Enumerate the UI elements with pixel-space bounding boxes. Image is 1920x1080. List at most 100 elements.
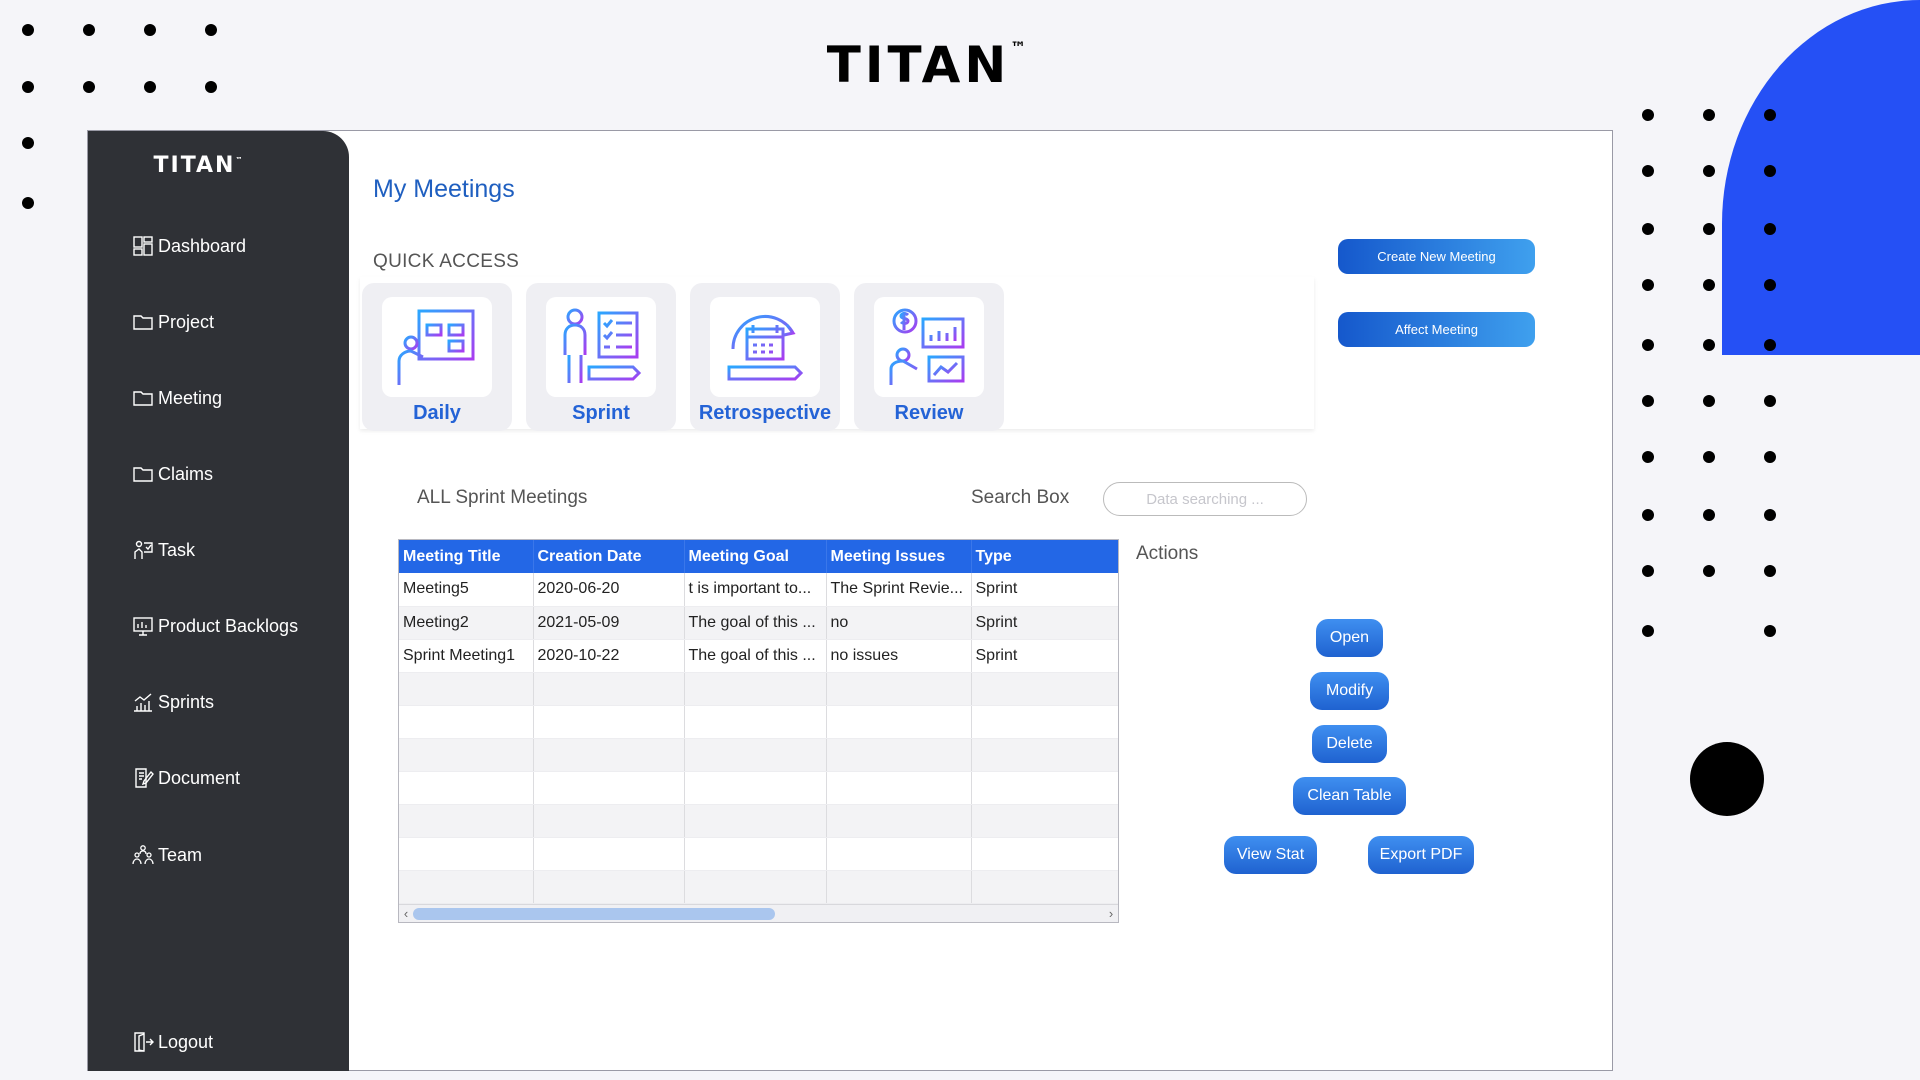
column-header[interactable]: Type — [971, 540, 1118, 573]
table-header-row: Meeting Title Creation Date Meeting Goal… — [399, 540, 1118, 573]
sprints-chart-icon — [134, 693, 152, 712]
table-row-empty — [399, 771, 1118, 805]
decorative-dot — [1703, 165, 1715, 177]
open-button[interactable]: Open — [1316, 619, 1383, 657]
create-new-meeting-button[interactable]: Create New Meeting — [1338, 239, 1535, 274]
table-row[interactable]: Meeting2 2021-05-09 The goal of this ...… — [399, 606, 1118, 640]
column-header[interactable]: Meeting Title — [399, 540, 534, 573]
sidebar-item-meeting[interactable]: Meeting — [132, 383, 222, 413]
app-window: TITAN™ Dashboard Project Meeting Claims … — [87, 130, 1613, 1071]
affect-meeting-button[interactable]: Affect Meeting — [1338, 312, 1535, 347]
meetings-table[interactable]: Meeting Title Creation Date Meeting Goal… — [398, 539, 1119, 923]
logout-icon — [134, 1032, 154, 1052]
table-row-empty — [399, 738, 1118, 772]
task-icon — [134, 540, 153, 559]
search-input[interactable] — [1103, 482, 1307, 516]
sidebar-item-label: Document — [158, 767, 241, 788]
decorative-dot — [1642, 509, 1654, 521]
decorative-dot — [83, 24, 95, 36]
team-icon — [132, 845, 154, 865]
table-cell: The goal of this ... — [684, 606, 827, 640]
quick-access-retrospective[interactable]: Retrospective — [690, 283, 840, 431]
column-header[interactable]: Creation Date — [533, 540, 685, 573]
decorative-dot — [1703, 339, 1715, 351]
sidebar-item-label: Meeting — [158, 387, 223, 408]
quick-access-daily[interactable]: Daily — [362, 283, 512, 431]
table-row-empty — [399, 672, 1118, 706]
dashboard-icon — [133, 236, 153, 256]
document-icon — [135, 768, 154, 788]
sidebar-item-product-backlogs[interactable]: Product Backlogs — [132, 611, 298, 641]
sidebar-item-task[interactable]: Task — [132, 535, 195, 565]
daily-board-icon — [397, 309, 475, 385]
sidebar: TITAN™ Dashboard Project Meeting Claims … — [88, 131, 349, 1071]
table-row-empty — [399, 837, 1118, 871]
column-header[interactable]: Meeting Issues — [826, 540, 972, 573]
table-cell: 2021-05-09 — [533, 606, 685, 640]
sidebar-item-sprints[interactable]: Sprints — [132, 687, 214, 717]
sprint-meetings-heading: ALL Sprint Meetings — [417, 487, 588, 508]
decorative-dot — [1703, 223, 1715, 235]
quick-access-label: Review — [894, 402, 964, 424]
decorative-dot — [1703, 509, 1715, 521]
table-row[interactable]: Meeting5 2020-06-20 t is important to...… — [399, 573, 1118, 607]
sidebar-item-label: Team — [158, 844, 203, 865]
table-cell: 2020-10-22 — [533, 639, 685, 673]
table-cell: Sprint — [971, 573, 1118, 607]
table-cell: no — [826, 606, 972, 640]
decorative-dot — [22, 137, 34, 149]
table-row-empty — [399, 870, 1118, 904]
decorative-dot — [22, 24, 34, 36]
table-cell: 2020-06-20 — [533, 573, 685, 607]
decorative-dot — [1764, 165, 1776, 177]
quick-access-label: Retrospective — [698, 402, 832, 424]
quick-access-review[interactable]: Review — [854, 283, 1004, 431]
sidebar-item-label: Product Backlogs — [158, 615, 299, 636]
table-cell: Sprint Meeting1 — [399, 639, 534, 673]
sidebar-item-document[interactable]: Document — [132, 763, 240, 793]
folder-icon — [133, 467, 153, 482]
decorative-dot — [1642, 565, 1654, 577]
decorative-dot — [1764, 565, 1776, 577]
column-header[interactable]: Meeting Goal — [684, 540, 827, 573]
folder-icon — [133, 315, 153, 330]
horizontal-scrollbar[interactable]: ‹ › — [399, 904, 1118, 922]
decorative-dot — [1764, 339, 1776, 351]
view-stat-button[interactable]: View Stat — [1224, 836, 1317, 874]
modify-button[interactable]: Modify — [1310, 672, 1389, 710]
page-title: My Meetings — [373, 175, 515, 203]
decorative-dot — [1642, 223, 1654, 235]
sidebar-item-dashboard[interactable]: Dashboard — [132, 231, 246, 261]
quick-access-sprint[interactable]: Sprint — [526, 283, 676, 431]
export-pdf-button[interactable]: Export PDF — [1368, 836, 1474, 874]
table-cell: Meeting2 — [399, 606, 534, 640]
sidebar-item-label: Project — [158, 311, 215, 332]
sprint-checklist-icon — [563, 308, 642, 383]
sidebar-item-project[interactable]: Project — [132, 307, 214, 337]
sidebar-item-logout[interactable]: Logout — [132, 1027, 213, 1057]
scroll-right-arrow[interactable]: › — [1104, 905, 1118, 922]
decorative-dot — [1642, 451, 1654, 463]
brand-logo: TITAN™ — [826, 36, 1027, 94]
table-row[interactable]: Sprint Meeting1 2020-10-22 The goal of t… — [399, 639, 1118, 673]
decorative-dot — [205, 24, 217, 36]
delete-button[interactable]: Delete — [1312, 725, 1387, 763]
decorative-dot — [1703, 395, 1715, 407]
sidebar-item-claims[interactable]: Claims — [132, 459, 213, 489]
sidebar-item-label: Claims — [158, 463, 214, 484]
decorative-dot — [1764, 109, 1776, 121]
sidebar-item-team[interactable]: Team — [132, 840, 202, 870]
table-cell: Sprint — [971, 639, 1118, 673]
table-cell: t is important to... — [684, 573, 827, 607]
backlog-icon — [133, 617, 153, 636]
scroll-left-arrow[interactable]: ‹ — [399, 905, 413, 922]
decorative-dot — [1764, 509, 1776, 521]
table-cell: no issues — [826, 639, 972, 673]
decorative-dot — [1642, 625, 1654, 637]
clean-table-button[interactable]: Clean Table — [1293, 777, 1406, 815]
actions-label: Actions — [1136, 543, 1199, 564]
sidebar-logo: TITAN™ — [153, 153, 243, 178]
decorative-dot — [1764, 223, 1776, 235]
scrollbar-thumb[interactable] — [413, 908, 775, 920]
search-label: Search Box — [971, 487, 1070, 508]
